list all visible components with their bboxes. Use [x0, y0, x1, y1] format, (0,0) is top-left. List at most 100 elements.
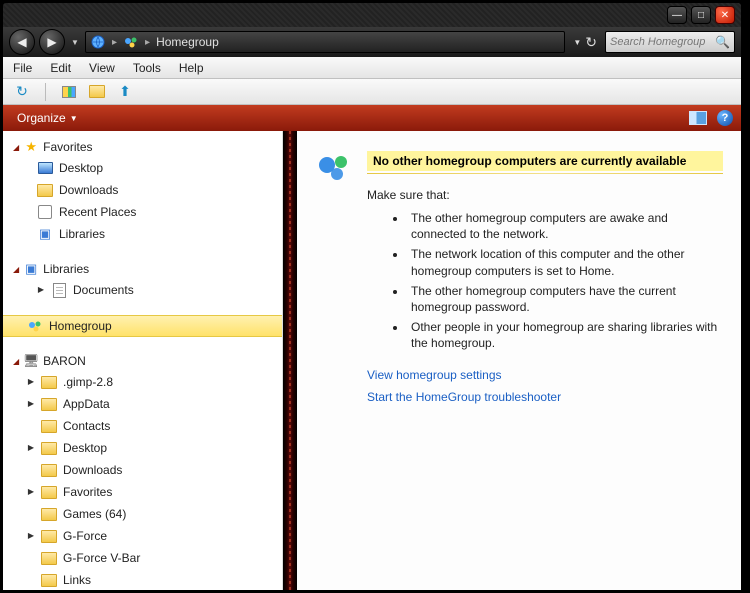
sidebar-item-folder[interactable]: ▶Links: [3, 569, 282, 590]
forward-button[interactable]: ▶: [39, 29, 65, 55]
sidebar-item-label: AppData: [63, 395, 110, 413]
expand-icon: ▶: [27, 483, 35, 501]
history-dropdown[interactable]: ▼: [69, 38, 81, 47]
help-button[interactable]: ?: [717, 110, 733, 126]
menu-bar: File Edit View Tools Help: [3, 57, 741, 79]
sidebar-item-folder[interactable]: ▶ AppData: [3, 393, 282, 415]
sidebar-item-folder[interactable]: ▶Downloads: [3, 459, 282, 481]
star-icon: ★: [23, 139, 39, 155]
expand-icon: ▶: [27, 527, 35, 545]
splitter[interactable]: [283, 131, 297, 590]
sidebar-item-label: Games (64): [63, 505, 126, 523]
link-troubleshooter[interactable]: Start the HomeGroup troubleshooter: [367, 390, 723, 404]
title-rule: [367, 173, 723, 174]
upload-icon[interactable]: ⬆: [116, 83, 134, 101]
chevron-right-icon: ▸: [143, 37, 152, 48]
sidebar-item-label: Desktop: [59, 159, 103, 177]
titlebar: — □ ✕: [3, 3, 741, 27]
folder-icon: [41, 442, 57, 455]
sidebar-item-folder[interactable]: ▶G-Force V-Bar: [3, 547, 282, 569]
sidebar-item-downloads[interactable]: Downloads: [3, 179, 282, 201]
sidebar-libraries-heading[interactable]: ◢ ▣ Libraries: [3, 259, 282, 279]
icon-toolbar: ↻ ⬆: [3, 79, 741, 105]
chevron-right-icon: ▸: [110, 37, 119, 48]
sidebar-item-folder[interactable]: ▶Games (64): [3, 503, 282, 525]
libraries-icon: ▣: [37, 226, 53, 242]
menu-help[interactable]: Help: [179, 61, 204, 75]
computer-icon: 🖥: [23, 353, 39, 369]
sidebar-item-folder[interactable]: ▶ Favorites: [3, 481, 282, 503]
folder-icon: [41, 508, 57, 521]
organize-bar: Organize ▼ ?: [3, 105, 741, 131]
folder-icon: [41, 464, 57, 477]
folder-icon: [41, 552, 57, 565]
close-button[interactable]: ✕: [715, 6, 735, 24]
sidebar-item-desktop[interactable]: Desktop: [3, 157, 282, 179]
sync-icon[interactable]: ↻: [13, 83, 31, 101]
libraries-icon: ▣: [23, 261, 39, 277]
expand-icon: ▶: [27, 395, 35, 413]
folder-icon: [41, 398, 57, 411]
sidebar-item-folder[interactable]: ▶ G-Force: [3, 525, 282, 547]
preview-pane-button[interactable]: [689, 111, 707, 125]
desktop-icon: [38, 162, 53, 174]
content-bullet: The other homegroup computers have the c…: [407, 283, 723, 315]
collapse-icon: ◢: [13, 357, 19, 366]
collapse-icon: ◢: [13, 265, 19, 274]
menu-view[interactable]: View: [89, 61, 115, 75]
sidebar-item-label: BARON: [43, 354, 86, 368]
minimize-button[interactable]: —: [667, 6, 687, 24]
sidebar-item-label: Contacts: [63, 417, 110, 435]
chevron-down-icon: ▼: [573, 38, 581, 47]
sidebar-item-label: Recent Places: [59, 203, 136, 221]
folder-up-icon[interactable]: [88, 83, 106, 101]
organize-menu[interactable]: Organize ▼: [11, 109, 84, 127]
sidebar-item-label: Documents: [73, 281, 134, 299]
sidebar-item-recent[interactable]: Recent Places: [3, 201, 282, 223]
breadcrumb[interactable]: ▸ ▸ Homegroup: [85, 31, 565, 53]
separator: [45, 83, 46, 101]
expand-icon: ▶: [27, 439, 35, 457]
sidebar-item-documents[interactable]: ▶ Documents: [3, 279, 282, 301]
folder-icon: [41, 530, 57, 543]
search-box[interactable]: 🔍: [605, 31, 735, 53]
menu-edit[interactable]: Edit: [50, 61, 71, 75]
maximize-button[interactable]: □: [691, 6, 711, 24]
link-view-settings[interactable]: View homegroup settings: [367, 368, 723, 382]
sidebar-computer-heading[interactable]: ◢ 🖥 BARON: [3, 351, 282, 371]
back-button[interactable]: ◀: [9, 29, 35, 55]
content-bullet: The other homegroup computers are awake …: [407, 210, 723, 242]
homegroup-icon: [27, 318, 43, 334]
sidebar-item-homegroup[interactable]: Homegroup: [3, 315, 282, 337]
refresh-icon: ↻: [585, 34, 597, 51]
menu-file[interactable]: File: [13, 61, 32, 75]
search-icon: 🔍: [715, 35, 730, 49]
sidebar-item-label: Downloads: [63, 461, 122, 479]
refresh-button[interactable]: ▼ ↻: [569, 34, 601, 51]
sidebar-item-folder[interactable]: ▶Contacts: [3, 415, 282, 437]
search-input[interactable]: [610, 36, 715, 48]
breadcrumb-location[interactable]: Homegroup: [156, 35, 219, 49]
menu-tools[interactable]: Tools: [133, 61, 161, 75]
sidebar-item-label: Links: [63, 571, 91, 589]
sidebar-item-label: Downloads: [59, 181, 118, 199]
homegroup-icon: [123, 34, 139, 50]
nav-tree[interactable]: ◢ ★ Favorites Desktop Downloads Recent P…: [3, 131, 283, 590]
content-subheading: Make sure that:: [367, 188, 723, 202]
sidebar-item-label: .gimp-2.8: [63, 373, 113, 391]
sidebar-favorites-heading[interactable]: ◢ ★ Favorites: [3, 137, 282, 157]
panes-icon[interactable]: [60, 83, 78, 101]
folder-icon: [41, 486, 57, 499]
explorer-window: — □ ✕ ◀ ▶ ▼ ▸ ▸ Homegroup ▼ ↻ 🔍 File E: [0, 0, 744, 593]
sidebar-item-label: Libraries: [43, 262, 89, 276]
homegroup-large-icon: [315, 151, 353, 183]
sidebar-item-label: Favorites: [63, 483, 112, 501]
sidebar-item-folder[interactable]: ▶Desktop: [3, 437, 282, 459]
folder-icon: [41, 376, 57, 389]
sidebar-item-label: G-Force: [63, 527, 107, 545]
nav-bar: ◀ ▶ ▼ ▸ ▸ Homegroup ▼ ↻ 🔍: [3, 27, 741, 57]
folder-icon: [37, 184, 53, 197]
sidebar-item-libraries[interactable]: ▣Libraries: [3, 223, 282, 245]
sidebar-item-folder[interactable]: ▶.gimp-2.8: [3, 371, 282, 393]
collapse-icon: ◢: [13, 143, 19, 152]
